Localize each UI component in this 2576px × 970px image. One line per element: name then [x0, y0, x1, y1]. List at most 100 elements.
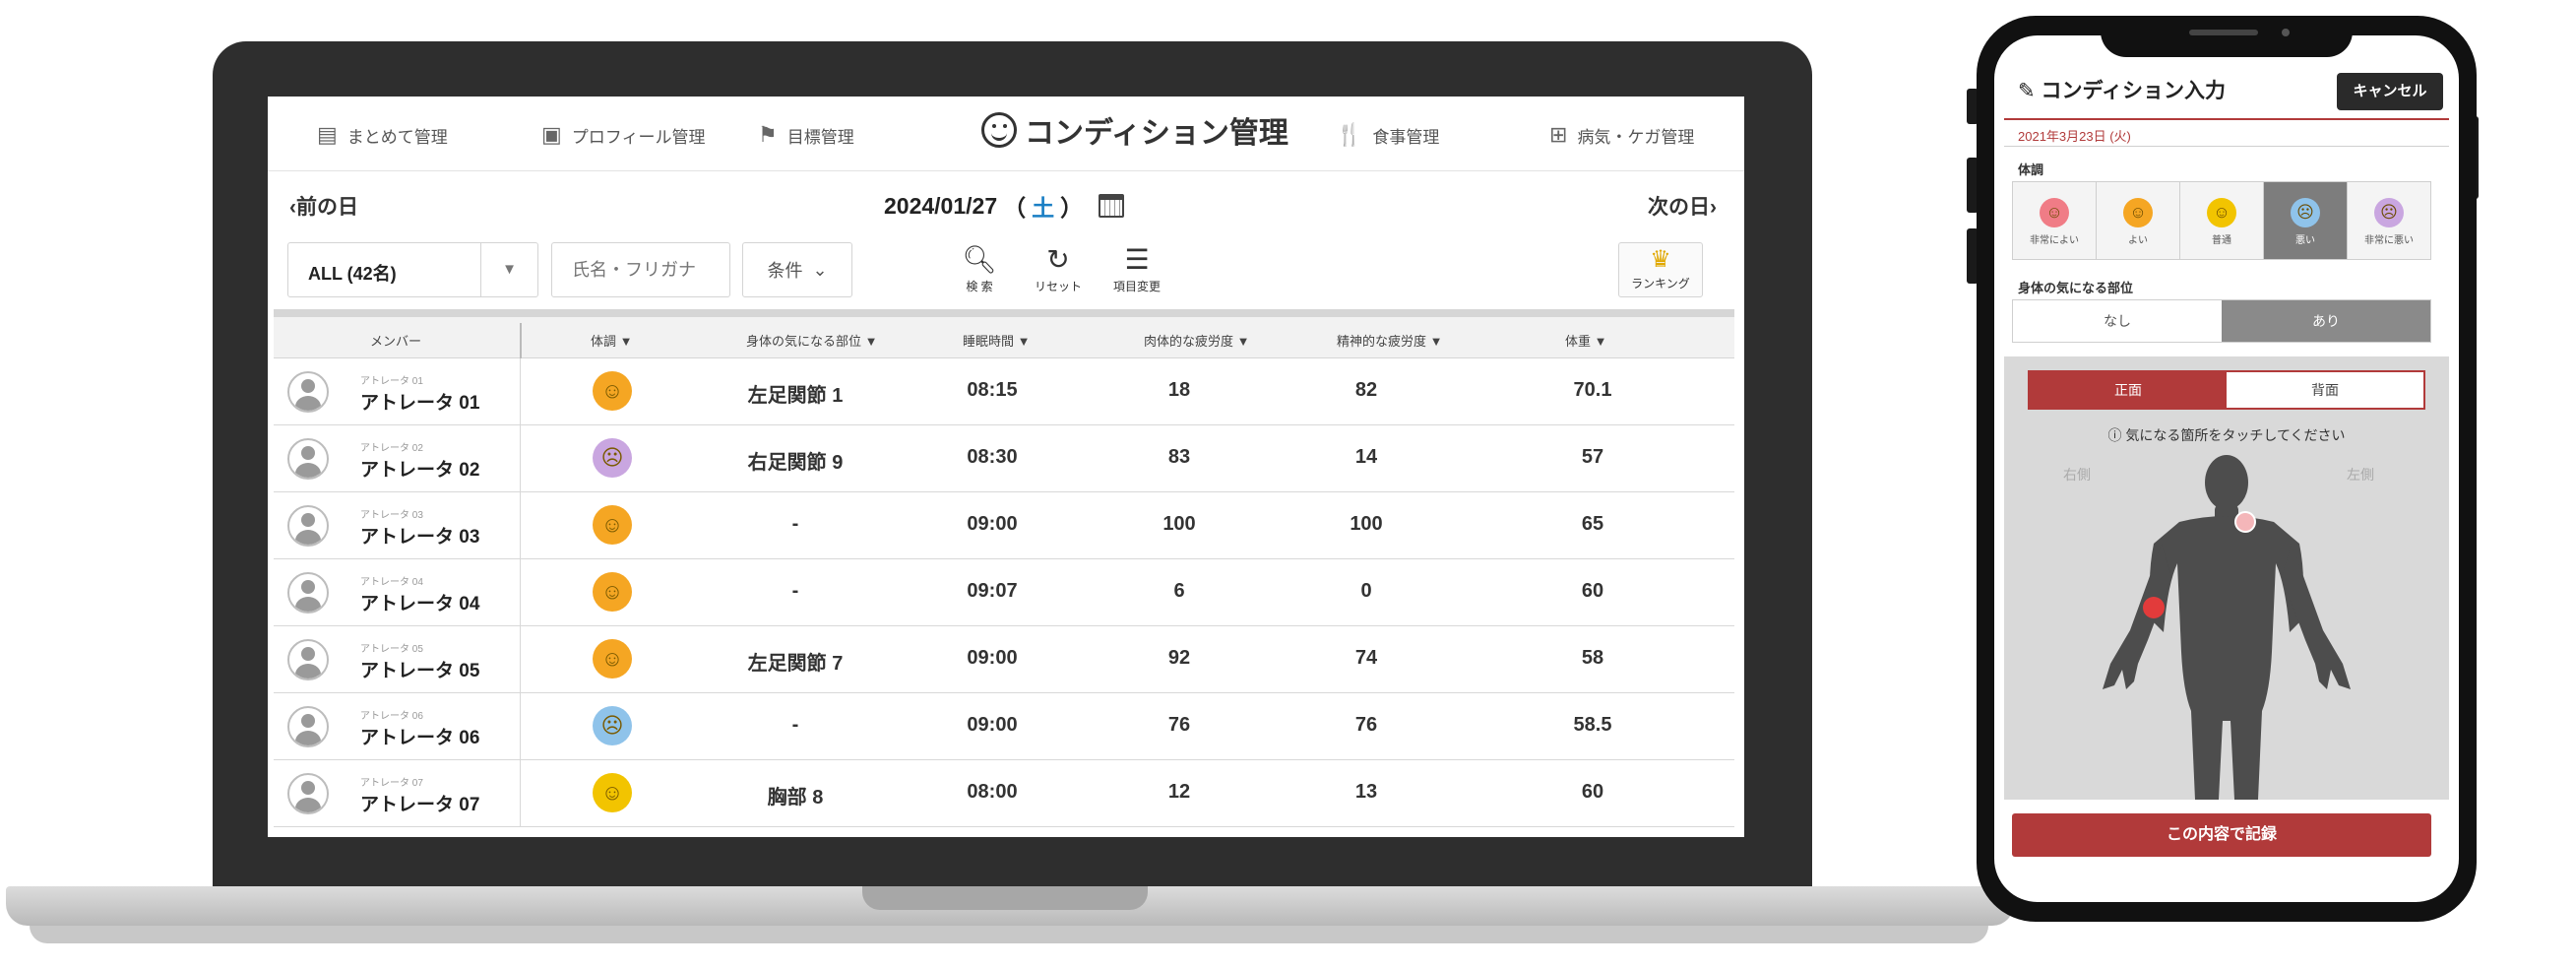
nav-summary-label: まとめて管理	[346, 127, 448, 147]
table-row[interactable]: アトレータ 05 アトレータ 05 ☺ 左足関節 7 09:00 92 74 58	[274, 626, 1734, 693]
cancel-button[interactable]: キャンセル	[2337, 73, 2443, 110]
header-weight[interactable]: 体重 ▼	[1565, 331, 1606, 350]
nav-profile-label: プロフィール管理	[571, 127, 706, 147]
member-sub-label: アトレータ 05	[360, 644, 423, 655]
row-divider	[520, 693, 521, 760]
column-change-button[interactable]: ☰ 項目変更	[1093, 244, 1181, 294]
table-row[interactable]: アトレータ 07 アトレータ 07 ☺ 胸部 8 08:00 12 13 60	[274, 760, 1734, 827]
member-name[interactable]: アトレータ 05	[360, 656, 479, 682]
member-name[interactable]: アトレータ 04	[360, 589, 479, 615]
cell-sleep: 08:30	[967, 446, 1018, 468]
condition-selector: ☺ 非常によい ☺ よい ☺ 普通 ☹ 悪い ☹ 非常に悪い	[2012, 181, 2431, 260]
cell-sleep: 09:00	[967, 714, 1018, 736]
nav-meal-label: 食事管理	[1372, 127, 1440, 147]
group-select[interactable]: ALL (42名) ▼	[287, 242, 538, 297]
member-name[interactable]: アトレータ 01	[360, 388, 479, 415]
table-row[interactable]: アトレータ 04 アトレータ 04 ☺ -09:07 6 0 60	[274, 559, 1734, 626]
cell-physical: 76	[1167, 714, 1191, 736]
cell-body-part: -	[791, 513, 799, 535]
condition-option-label: 非常によい	[2030, 235, 2079, 246]
table-row[interactable]: アトレータ 03 アトレータ 03 ☺ - 09:00 100 100 65	[274, 492, 1734, 559]
member-name[interactable]: アトレータ 06	[360, 723, 479, 749]
condition-label: 条件	[767, 261, 803, 281]
member-sub-label: アトレータ 06	[360, 711, 423, 722]
row-divider	[520, 626, 521, 693]
mood-bad-icon: ☹	[2291, 198, 2320, 227]
cell-sleep: 08:00	[967, 781, 1018, 803]
date-text: 2024/01/27	[884, 192, 998, 219]
reset-label: リセット	[1034, 280, 1082, 293]
fork-knife-icon: 🍴	[1336, 122, 1363, 147]
filter-bar: ALL (42名) ▼ 条件 ⌄ 🔍︎ 検 索 ↻ リセット ☰ 項目変更 ♛ …	[287, 242, 1725, 301]
table-row[interactable]: アトレータ 01 アトレータ 01 ☺ 左足関節 1 08:15 18 82 70.1	[274, 358, 1734, 425]
mood-good-icon: ☺	[593, 639, 632, 679]
input-date: 2021年3月23日 (火)	[2018, 129, 2131, 144]
calendar-icon[interactable]	[1099, 194, 1125, 218]
reset-button[interactable]: ↻ リセット	[1014, 244, 1102, 294]
avatar	[287, 773, 329, 814]
ranking-label: ランキング	[1631, 277, 1690, 291]
header-mental-fatigue[interactable]: 精神的な疲労度 ▼	[1337, 331, 1442, 350]
condition-option-normal[interactable]: ☺ 普通	[2180, 182, 2264, 259]
condition-option-very-good[interactable]: ☺ 非常によい	[2013, 182, 2097, 259]
header-physical-fatigue[interactable]: 肉体的な疲労度 ▼	[1144, 331, 1249, 350]
next-day-label: 次の日	[1648, 196, 1710, 219]
chevron-left-icon: ‹	[289, 196, 296, 219]
header-body-part[interactable]: 身体の気になる部位 ▼	[746, 331, 877, 350]
nav-meal[interactable]: 🍴 食事管理	[1336, 122, 1439, 148]
chevron-down-icon: ⌄	[812, 259, 828, 280]
prev-day-button[interactable]: ‹前の日	[289, 191, 358, 221]
cell-body-part: -	[791, 714, 799, 736]
cell-mental: 14	[1354, 446, 1378, 468]
condition-option-very-bad[interactable]: ☹ 非常に悪い	[2348, 182, 2430, 259]
member-name[interactable]: アトレータ 07	[360, 790, 479, 816]
body-figure[interactable]	[2004, 356, 2449, 800]
weekday-open: （	[1003, 195, 1027, 221]
laptop-screen: ▤ まとめて管理 ▣ プロフィール管理 ⚑ 目標管理 コンディション管理 🍴 食…	[268, 97, 1744, 837]
cell-weight: 58.5	[1573, 714, 1612, 736]
nav-goal[interactable]: ⚑ 目標管理	[758, 122, 854, 148]
cell-weight: 57	[1581, 446, 1604, 468]
cell-weight: 65	[1581, 513, 1604, 535]
cell-body-part: 胸部 8	[767, 787, 824, 808]
ranking-button[interactable]: ♛ ランキング	[1618, 242, 1703, 297]
cell-mental: 82	[1354, 379, 1378, 401]
cell-physical: 18	[1167, 379, 1191, 401]
nav-summary[interactable]: ▤ まとめて管理	[317, 122, 448, 148]
member-sub-label: アトレータ 04	[360, 577, 423, 588]
nav-profile[interactable]: ▣ プロフィール管理	[541, 122, 705, 148]
condition-option-bad[interactable]: ☹ 悪い	[2264, 182, 2348, 259]
toggle-none[interactable]: なし	[2013, 300, 2222, 342]
table-row[interactable]: アトレータ 02 アトレータ 02 ☹ 右足関節 9 08:30 83 14 57	[274, 425, 1734, 492]
next-day-button[interactable]: 次の日›	[1648, 191, 1717, 221]
mood-bad-icon: ☹	[593, 706, 632, 745]
mood-good-icon: ☺	[593, 572, 632, 612]
row-divider	[520, 492, 521, 559]
cell-physical: 83	[1167, 446, 1191, 468]
header-member[interactable]: メンバー	[370, 331, 421, 350]
toggle-some[interactable]: あり	[2222, 300, 2430, 342]
member-name[interactable]: アトレータ 02	[360, 455, 479, 482]
current-date: 2024/01/27 （土）	[884, 189, 1125, 223]
condition-button[interactable]: 条件 ⌄	[742, 242, 852, 297]
body-map-panel: 正面 背面 ⓘ 気になる箇所をタッチしてください 右側 左側	[2004, 356, 2449, 800]
mood-normal-icon: ☺	[593, 773, 632, 812]
header-condition[interactable]: 体調 ▼	[591, 331, 632, 350]
nav-injury[interactable]: ⊞ 病気・ケガ管理	[1549, 122, 1694, 148]
condition-option-good[interactable]: ☺ よい	[2097, 182, 2180, 259]
date-bar: ‹前の日 2024/01/27 （土） 次の日›	[268, 185, 1744, 225]
cell-mental: 76	[1354, 714, 1378, 736]
cell-weight: 60	[1581, 781, 1604, 803]
cell-mental: 74	[1354, 647, 1378, 669]
record-button[interactable]: この内容で記録	[2012, 813, 2431, 857]
table-row[interactable]: アトレータ 06 アトレータ 06 ☹ - 09:00 76 76 58.5	[274, 693, 1734, 760]
weekday-close: ）	[1060, 195, 1084, 221]
header-sleep[interactable]: 睡眠時間 ▼	[963, 331, 1030, 350]
cell-body-part: -	[791, 580, 799, 602]
name-search-input[interactable]	[551, 242, 730, 297]
search-button[interactable]: 🔍︎ 検 索	[935, 244, 1024, 294]
member-sub-label: アトレータ 02	[360, 443, 423, 454]
nav-goal-label: 目標管理	[786, 127, 854, 147]
clipboard-icon: ▤	[317, 122, 338, 147]
member-name[interactable]: アトレータ 03	[360, 522, 479, 549]
